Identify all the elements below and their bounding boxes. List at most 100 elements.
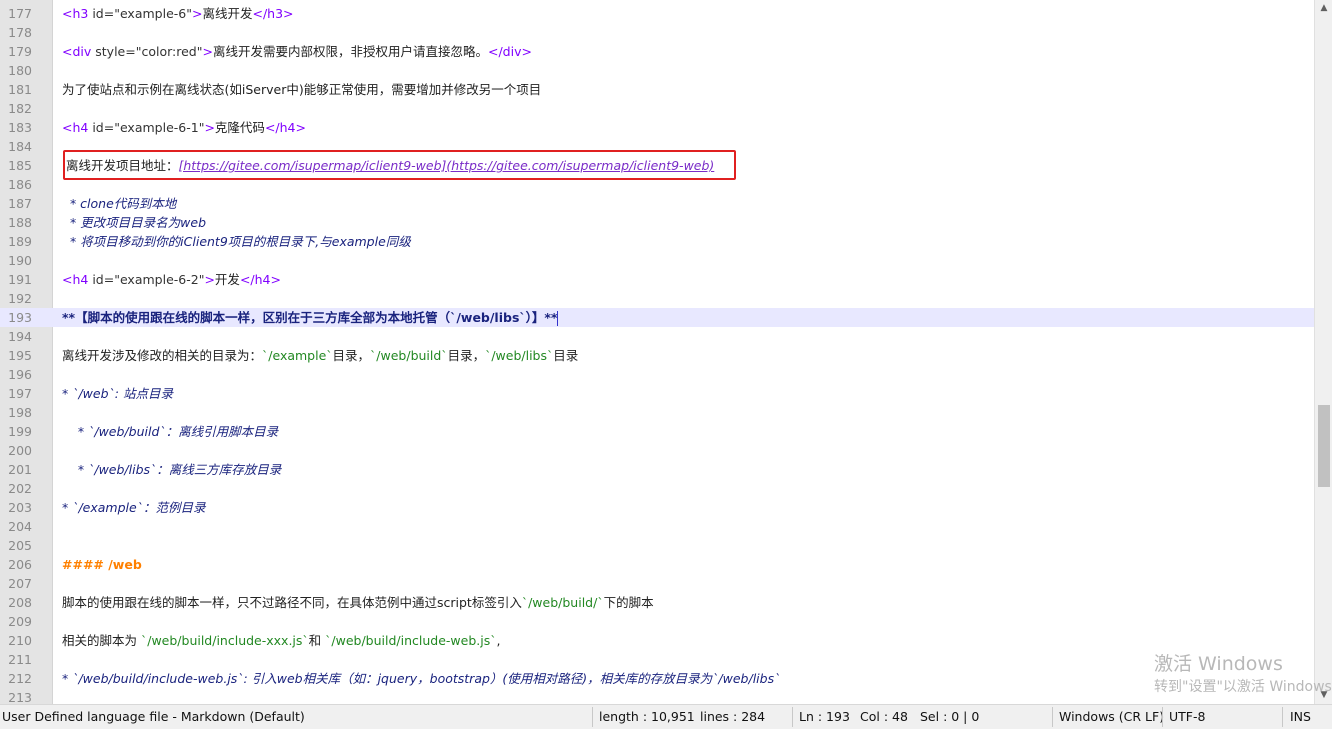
line-text[interactable]: <h4 id="example-6-1">克隆代码</h4> <box>62 118 306 137</box>
editor-line[interactable]: 191 <h4 id="example-6-2">开发</h4> <box>0 270 1314 289</box>
text-token: </h4> <box>239 272 281 287</box>
line-text[interactable]: 为了使站点和示例在离线状态(如iServer中)能够正常使用，需要增加并修改另一… <box>62 80 541 99</box>
line-text[interactable]: 相关的脚本为 `/web/build/include-xxx.js`和 `/we… <box>62 631 500 650</box>
editor-line[interactable]: 213 <box>0 688 1314 704</box>
editor-line[interactable]: 198 <box>0 403 1314 422</box>
editor-line[interactable]: 203 * `/example`：范例目录 <box>0 498 1314 517</box>
text-token: * `/web`: 站点目录 <box>62 386 173 401</box>
activation-watermark-title: 激活 Windows <box>1154 653 1283 675</box>
status-bar: User Defined language file - Markdown (D… <box>0 704 1332 729</box>
text-token: <h4 <box>62 272 93 287</box>
line-text[interactable]: * `/example`：范例目录 <box>62 498 205 517</box>
line-number: 212 <box>8 671 32 686</box>
line-number: 184 <box>8 139 32 154</box>
line-text[interactable]: <div style="color:red">离线开发需要内部权限，非授权用户请… <box>62 42 532 61</box>
text-token: 和 <box>308 633 326 648</box>
line-text[interactable]: #### /web <box>62 555 142 574</box>
editor-line[interactable]: 182 <box>0 99 1314 118</box>
text-token: 相关的脚本为 <box>62 633 141 648</box>
text-token: id="example-6-1" <box>92 120 205 135</box>
editor-line[interactable]: 206 #### /web <box>0 555 1314 574</box>
line-number: 210 <box>8 633 32 648</box>
editor-line[interactable]: 193 **【脚本的使用跟在线的脚本一样，区别在于三方库全部为本地托管（`/web… <box>0 308 1314 327</box>
editor-line[interactable]: 181 为了使站点和示例在离线状态(如iServer中)能够正常使用，需要增加并修… <box>0 80 1314 99</box>
editor-line[interactable]: 192 <box>0 289 1314 308</box>
line-text[interactable]: **【脚本的使用跟在线的脚本一样，区别在于三方库全部为本地托管（`/web/li… <box>62 308 559 327</box>
editor-line[interactable]: 211 <box>0 650 1314 669</box>
editor-line[interactable]: 195 离线开发涉及修改的相关的目录为：`/example`目录，`/web/bu… <box>0 346 1314 365</box>
line-number: 183 <box>8 120 32 135</box>
text-token: 克隆代码 <box>214 120 265 135</box>
editor-line[interactable]: 197 * `/web`: 站点目录 <box>0 384 1314 403</box>
line-text[interactable]: * 将项目移动到你的iClient9项目的根目录下,与example同级 <box>62 232 411 251</box>
line-text[interactable]: <h3 id="example-6">离线开发</h3> <box>62 4 294 23</box>
editor-line[interactable]: 202 <box>0 479 1314 498</box>
editor-line[interactable]: 194 <box>0 327 1314 346</box>
line-text[interactable]: * 更改项目目录名为web <box>62 213 206 232</box>
line-text[interactable]: * `/web/libs`：离线三方库存放目录 <box>62 460 281 479</box>
line-text[interactable]: 脚本的使用跟在线的脚本一样，只不过路径不同，在具体范例中通过script标签引入… <box>62 593 654 612</box>
status-col: Col : 48 <box>860 709 908 724</box>
editor-line[interactable]: 189 * 将项目移动到你的iClient9项目的根目录下,与example同级 <box>0 232 1314 251</box>
text-token: > <box>191 6 203 21</box>
editor-line[interactable]: 210 相关的脚本为 `/web/build/include-xxx.js`和 `… <box>0 631 1314 650</box>
editor-line[interactable]: 208 脚本的使用跟在线的脚本一样，只不过路径不同，在具体范例中通过script标… <box>0 593 1314 612</box>
editor-line[interactable]: 205 <box>0 536 1314 555</box>
editor-line[interactable]: 209 <box>0 612 1314 631</box>
text-token: 离线开发涉及修改的相关的目录为： <box>62 348 263 363</box>
line-number: 201 <box>8 462 32 477</box>
vertical-scrollbar[interactable]: ▲ ▼ <box>1314 0 1332 704</box>
line-text[interactable]: <h4 id="example-6-2">开发</h4> <box>62 270 281 289</box>
scrollbar-thumb[interactable] <box>1318 405 1330 488</box>
line-text[interactable]: * `/web`: 站点目录 <box>62 384 173 403</box>
line-number: 204 <box>8 519 32 534</box>
line-number: 202 <box>8 481 32 496</box>
editor-line[interactable]: 204 <box>0 517 1314 536</box>
status-lines: lines : 284 <box>700 709 766 724</box>
line-number: 200 <box>8 443 32 458</box>
line-number: 209 <box>8 614 32 629</box>
line-number: 193 <box>8 310 32 325</box>
editor-line[interactable]: 187 * clone代码到本地 <box>0 194 1314 213</box>
line-number: 178 <box>8 25 32 40</box>
line-text[interactable]: * `/web/build`：离线引用脚本目录 <box>62 422 278 441</box>
line-text[interactable]: * clone代码到本地 <box>62 194 176 213</box>
line-number: 197 <box>8 386 32 401</box>
editor-area[interactable]: 177 <h3 id="example-6">离线开发</h3> 178 179 <di… <box>0 0 1314 704</box>
editor-line[interactable]: 201 * `/web/libs`：离线三方库存放目录 <box>0 460 1314 479</box>
text-token: #### /web <box>62 557 142 572</box>
text-token: , <box>496 633 501 648</box>
text-token: 离线开发需要内部权限，非授权用户请直接忽略。 <box>212 44 488 59</box>
editor-line[interactable]: 199 * `/web/build`：离线引用脚本目录 <box>0 422 1314 441</box>
text-token: * 将项目移动到你的iClient9项目的根目录下,与example同级 <box>62 234 411 249</box>
editor-line[interactable]: 183 <h4 id="example-6-1">克隆代码</h4> <box>0 118 1314 137</box>
text-token: 为了使站点和示例在离线状态(如iServer中)能够正常使用，需要增加并修改另一… <box>62 82 542 97</box>
text-token: > <box>204 272 215 287</box>
editor-line[interactable]: 212 * `/web/build/include-web.js`: 引入web相… <box>0 669 1314 688</box>
status-sel: Sel : 0 | 0 <box>920 709 980 724</box>
editor-line[interactable]: 190 <box>0 251 1314 270</box>
editor-line[interactable]: 178 <box>0 23 1314 42</box>
status-mode: INS <box>1290 709 1311 724</box>
text-caret <box>557 311 559 326</box>
status-eol: Windows (CR LF) <box>1059 709 1165 724</box>
editor-line[interactable]: 177 <h3 id="example-6">离线开发</h3> <box>0 4 1314 23</box>
text-token: 目录 <box>553 348 579 363</box>
editor-line[interactable]: 188 * 更改项目目录名为web <box>0 213 1314 232</box>
editor-line[interactable]: 179 <div style="color:red">离线开发需要内部权限，非授权… <box>0 42 1314 61</box>
editor-line[interactable]: 200 <box>0 441 1314 460</box>
line-text[interactable]: 离线开发涉及修改的相关的目录为：`/example`目录，`/web/build… <box>62 346 578 365</box>
status-divider <box>1052 707 1053 727</box>
text-token: `/web/libs` <box>485 348 554 363</box>
text-token: <h3 <box>62 6 93 21</box>
status-divider <box>1162 707 1163 727</box>
line-text[interactable]: * `/web/build/include-web.js`: 引入web相关库（… <box>62 669 780 688</box>
editor-line[interactable]: 180 <box>0 61 1314 80</box>
text-token: <div <box>62 44 96 59</box>
line-number: 188 <box>8 215 32 230</box>
editor-line[interactable]: 207 <box>0 574 1314 593</box>
editor-line[interactable]: 196 <box>0 365 1314 384</box>
scroll-up-icon[interactable]: ▲ <box>1315 0 1332 17</box>
text-token: `/web/build/` <box>521 595 604 610</box>
text-token: * `/web/build`：离线引用脚本目录 <box>62 424 279 439</box>
